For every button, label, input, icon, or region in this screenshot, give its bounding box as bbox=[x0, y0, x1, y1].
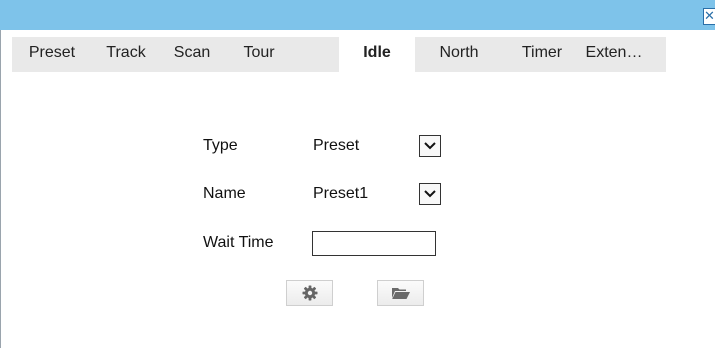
tab-extend[interactable]: Exten… bbox=[572, 37, 656, 72]
tab-scan[interactable]: Scan bbox=[160, 37, 224, 72]
dialog-window: ✕ Preset Track Scan Tour Idle North Time… bbox=[0, 0, 715, 348]
type-label: Type bbox=[203, 137, 238, 154]
type-select-value: Preset bbox=[313, 137, 360, 154]
close-button[interactable]: ✕ bbox=[703, 8, 715, 25]
chevron-down-icon bbox=[419, 183, 441, 205]
wait-time-input[interactable] bbox=[312, 231, 436, 256]
open-button[interactable] bbox=[377, 280, 424, 306]
type-select[interactable]: Preset bbox=[313, 135, 441, 157]
window-left-border bbox=[0, 30, 1, 348]
name-select-value: Preset1 bbox=[313, 185, 369, 202]
tab-preset[interactable]: Preset bbox=[12, 37, 92, 72]
wait-time-label: Wait Time bbox=[203, 234, 274, 251]
tab-timer[interactable]: Timer bbox=[503, 37, 581, 72]
name-label: Name bbox=[203, 185, 246, 202]
tab-tour[interactable]: Tour bbox=[224, 37, 294, 72]
close-icon: ✕ bbox=[704, 9, 715, 24]
tab-bar: Preset Track Scan Tour Idle North Timer … bbox=[12, 37, 666, 72]
chevron-down-icon bbox=[419, 135, 441, 157]
tab-idle[interactable]: Idle bbox=[339, 37, 415, 72]
title-bar: ✕ bbox=[0, 0, 715, 30]
name-select[interactable]: Preset1 bbox=[313, 183, 441, 205]
settings-button[interactable] bbox=[286, 280, 333, 306]
tab-north[interactable]: North bbox=[415, 37, 503, 72]
tab-track[interactable]: Track bbox=[92, 37, 160, 72]
